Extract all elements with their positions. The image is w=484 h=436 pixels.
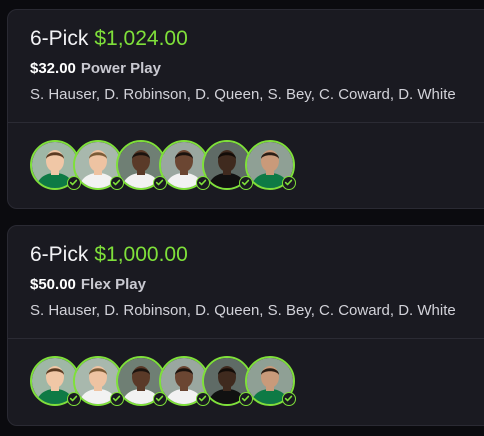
check-icon: [110, 392, 124, 406]
play-type: Power Play: [80, 60, 161, 77]
entry-stake-line: $50.00 Flex Play: [30, 276, 146, 294]
stake-amount: $32.00: [30, 60, 76, 77]
entry-stake-line: $32.00 Power Play: [30, 60, 161, 78]
entry-title: 6-Pick $1,024.00: [30, 26, 188, 52]
check-icon: [239, 392, 253, 406]
payout-amount: $1,024.00: [94, 27, 188, 50]
check-icon: [153, 176, 167, 190]
entry-card[interactable]: 6-Pick $1,000.00 $50.00 Flex Play S. Hause…: [7, 225, 484, 426]
picks-label: 6-Pick: [30, 27, 89, 50]
check-icon: [239, 176, 253, 190]
card-divider: [8, 338, 484, 339]
check-icon: [67, 176, 81, 190]
picks-label: 6-Pick: [30, 243, 89, 266]
entry-card-header: 6-Pick $1,024.00 $32.00 Power Play S. Haus…: [8, 10, 484, 122]
check-icon: [67, 392, 81, 406]
check-icon: [196, 392, 210, 406]
stake-amount: $50.00: [30, 276, 76, 293]
check-icon: [110, 176, 124, 190]
player-list: S. Hauser, D. Robinson, D. Queen, S. Bey…: [30, 86, 456, 103]
payout-amount: $1,000.00: [94, 243, 188, 266]
play-type: Flex Play: [80, 276, 146, 293]
avatar-row: [30, 356, 320, 410]
entry-card-header: 6-Pick $1,000.00 $50.00 Flex Play S. Hause…: [8, 226, 484, 338]
check-icon: [282, 392, 296, 406]
avatar-row: [30, 140, 320, 194]
entry-card[interactable]: 6-Pick $1,024.00 $32.00 Power Play S. Haus…: [7, 9, 484, 209]
card-divider: [8, 122, 484, 123]
player-list: S. Hauser, D. Robinson, D. Queen, S. Bey…: [30, 302, 456, 319]
entry-title: 6-Pick $1,000.00: [30, 242, 188, 268]
check-icon: [282, 176, 296, 190]
check-icon: [153, 392, 167, 406]
check-icon: [196, 176, 210, 190]
